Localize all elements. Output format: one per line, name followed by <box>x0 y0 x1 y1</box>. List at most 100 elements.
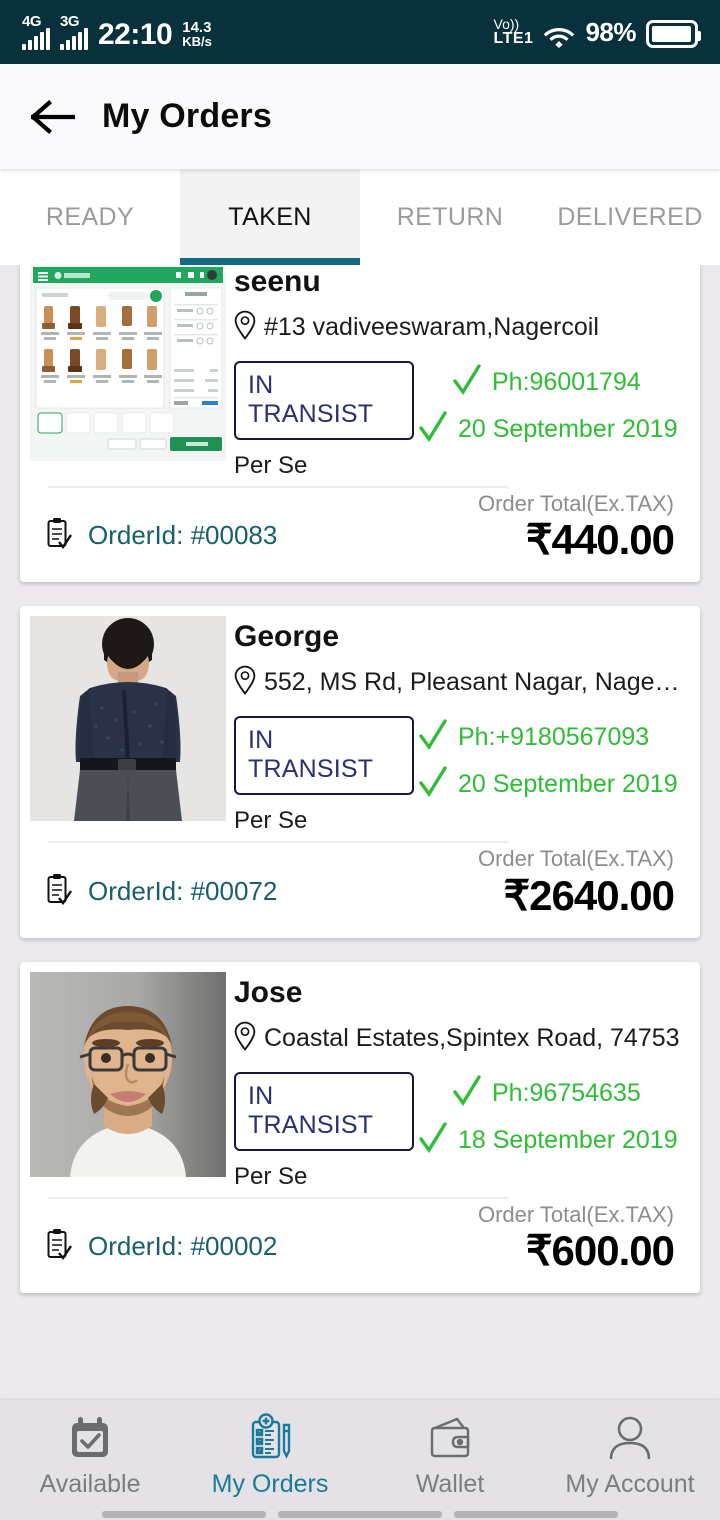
order-total-amount: ₹2640.00 <box>503 871 675 919</box>
nav-label-my-account: My Account <box>565 1470 695 1498</box>
app-bar: My Orders <box>0 64 720 169</box>
gesture-hint-left[interactable] <box>102 1511 266 1518</box>
customer-phone[interactable]: Ph:+9180567093 <box>458 723 649 752</box>
order-total-label: Order Total(Ex.TAX) <box>477 491 674 516</box>
date-verified-row: 20 September 2019 <box>418 765 700 804</box>
tab-ready[interactable]: READY <box>0 169 180 265</box>
order-total-amount: ₹440.00 <box>525 516 675 564</box>
nav-item-my-orders[interactable]: My Orders <box>180 1400 360 1499</box>
order-total-column: Order Total(Ex.TAX) ₹2640.00 <box>477 846 675 919</box>
order-card-bottom: OrderId: #00002 Order Total(Ex.TAX) ₹600… <box>20 1199 700 1293</box>
address-row: #13 vadiveeswaram,Nagercoil <box>234 310 700 345</box>
volte-top-label: Vo)) <box>493 15 520 32</box>
status-column: IN TRANSIST Per Se <box>234 1071 414 1191</box>
tab-return[interactable]: RETURN <box>360 169 540 265</box>
customer-name: Jose <box>234 975 303 1009</box>
phone-verified-row: Ph:96001794 <box>418 363 700 402</box>
date-verified-row: 18 September 2019 <box>418 1121 700 1160</box>
order-id: OrderId: #00002 <box>88 1231 278 1262</box>
clipboard-checklist-pencil-icon <box>244 1412 296 1466</box>
signal-bars-icon: 4G <box>22 14 50 50</box>
check-icon <box>418 718 448 757</box>
order-id-row: OrderId: #00083 <box>46 517 277 564</box>
check-icon <box>418 765 448 804</box>
location-pin-icon <box>234 310 256 345</box>
network-gen-2-label: 3G <box>60 13 80 30</box>
order-card-top: Jose Coastal Estates,Spintex Road, 74753… <box>20 962 700 1191</box>
phone-verified-row: Ph:96754635 <box>418 1074 700 1113</box>
order-card-bottom: OrderId: #00083 Order Total(Ex.TAX) ₹440… <box>20 488 700 582</box>
nav-label-my-orders: My Orders <box>211 1470 329 1498</box>
order-status-tabs: READY TAKEN RETURN DELIVERED <box>0 169 720 265</box>
location-pin-icon <box>234 665 256 700</box>
phone-verified-row: Ph:+9180567093 <box>418 718 700 757</box>
nav-label-wallet: Wallet <box>415 1470 485 1498</box>
order-card-bottom: OrderId: #00072 Order Total(Ex.TAX) ₹264… <box>20 843 700 937</box>
address-row: 552, MS Rd, Pleasant Nagar, Nagerc… <box>234 665 700 700</box>
delivery-address: Coastal Estates,Spintex Road, 74753 <box>264 1023 680 1052</box>
status-badge[interactable]: IN TRANSIST <box>234 716 414 796</box>
nav-item-my-account[interactable]: My Account <box>540 1400 720 1499</box>
order-card[interactable]: Jose Coastal Estates,Spintex Road, 74753… <box>20 961 700 1294</box>
order-info: Jose Coastal Estates,Spintex Road, 74753… <box>220 962 700 1191</box>
customer-name: seenu <box>234 265 321 298</box>
status-column: IN TRANSIST Per Se <box>234 716 414 835</box>
network-speed-value: 14.3 <box>182 18 212 36</box>
gesture-hint-center[interactable] <box>278 1511 442 1518</box>
volte-bottom-label: LTE1 <box>493 30 534 48</box>
order-total-label: Order Total(Ex.TAX) <box>477 846 674 872</box>
nav-item-wallet[interactable]: Wallet <box>360 1400 540 1499</box>
status-badge[interactable]: IN TRANSIST <box>234 1071 414 1151</box>
status-bar-left: 4G 3G 22:10 14.3 KB/s <box>22 14 212 50</box>
order-card-top: seenu #13 vadiveeswaram,Nagercoil IN TRA… <box>20 265 700 480</box>
calendar-check-icon <box>64 1412 116 1466</box>
gesture-hint-right[interactable] <box>454 1511 618 1518</box>
wifi-icon <box>543 24 575 48</box>
location-pin-icon <box>234 1021 256 1056</box>
signal-bars-icon-2: 3G <box>60 14 88 50</box>
tab-taken[interactable]: TAKEN <box>180 169 360 265</box>
battery-icon <box>646 19 701 48</box>
status-column: IN TRANSIST Per Se <box>234 361 414 480</box>
check-icon <box>418 1121 448 1160</box>
wallet-icon <box>424 1412 476 1466</box>
network-gen-1-label: 4G <box>22 13 42 30</box>
tab-delivered[interactable]: DELIVERED <box>540 169 720 265</box>
order-date: 18 September 2019 <box>458 1125 678 1154</box>
order-date: 20 September 2019 <box>458 415 678 443</box>
check-icon <box>452 363 482 402</box>
customer-phone[interactable]: Ph:96001794 <box>492 368 641 397</box>
person-icon <box>604 1412 656 1466</box>
tab-delivered-label: DELIVERED <box>557 202 703 231</box>
clipboard-check-icon <box>46 1228 72 1265</box>
tab-taken-label: TAKEN <box>228 202 312 231</box>
delivery-address: #13 vadiveeswaram,Nagercoil <box>264 313 599 341</box>
verification-column: Ph:96754635 18 September 2019 <box>414 1072 700 1160</box>
tab-return-label: RETURN <box>396 202 504 231</box>
order-total-column: Order Total(Ex.TAX) ₹600.00 <box>477 1201 675 1275</box>
orders-list[interactable]: seenu #13 vadiveeswaram,Nagercoil IN TRA… <box>0 265 720 1400</box>
network-speed-indicator: 14.3 KB/s <box>182 18 212 50</box>
order-card[interactable]: George 552, MS Rd, Pleasant Nagar, Nager… <box>20 606 700 938</box>
order-card-top: George 552, MS Rd, Pleasant Nagar, Nager… <box>20 606 700 835</box>
status-row: IN TRANSIST Per Se Ph:+9180567093 20 Sep… <box>234 716 700 835</box>
nav-item-available[interactable]: Available <box>0 1400 180 1499</box>
back-arrow-icon[interactable] <box>30 94 76 140</box>
order-card[interactable]: seenu #13 vadiveeswaram,Nagercoil IN TRA… <box>20 265 700 583</box>
status-bar-clock: 22:10 <box>98 18 173 51</box>
payment-mode: Per Se <box>234 452 308 479</box>
customer-phone[interactable]: Ph:96754635 <box>492 1079 641 1108</box>
bottom-navigation-bar: Available My Orders Wallet My Account <box>0 1400 720 1520</box>
payment-mode: Per Se <box>234 1162 308 1190</box>
customer-name: George <box>234 620 340 654</box>
volte-indicator: Vo)) LTE1 <box>494 17 534 48</box>
order-total-label: Order Total(Ex.TAX) <box>477 1201 674 1227</box>
status-row: IN TRANSIST Per Se Ph:96754635 18 Septem… <box>234 1071 700 1191</box>
order-date: 20 September 2019 <box>458 770 678 799</box>
status-badge[interactable]: IN TRANSIST <box>234 361 414 440</box>
system-status-bar: 4G 3G 22:10 14.3 KB/s Vo)) LTE1 98% <box>0 0 720 64</box>
tab-ready-label: READY <box>45 202 135 231</box>
system-gesture-bar <box>0 1508 720 1520</box>
status-row: IN TRANSIST Per Se Ph:96001794 20 Septem… <box>234 361 700 480</box>
order-total-amount: ₹600.00 <box>525 1227 675 1275</box>
